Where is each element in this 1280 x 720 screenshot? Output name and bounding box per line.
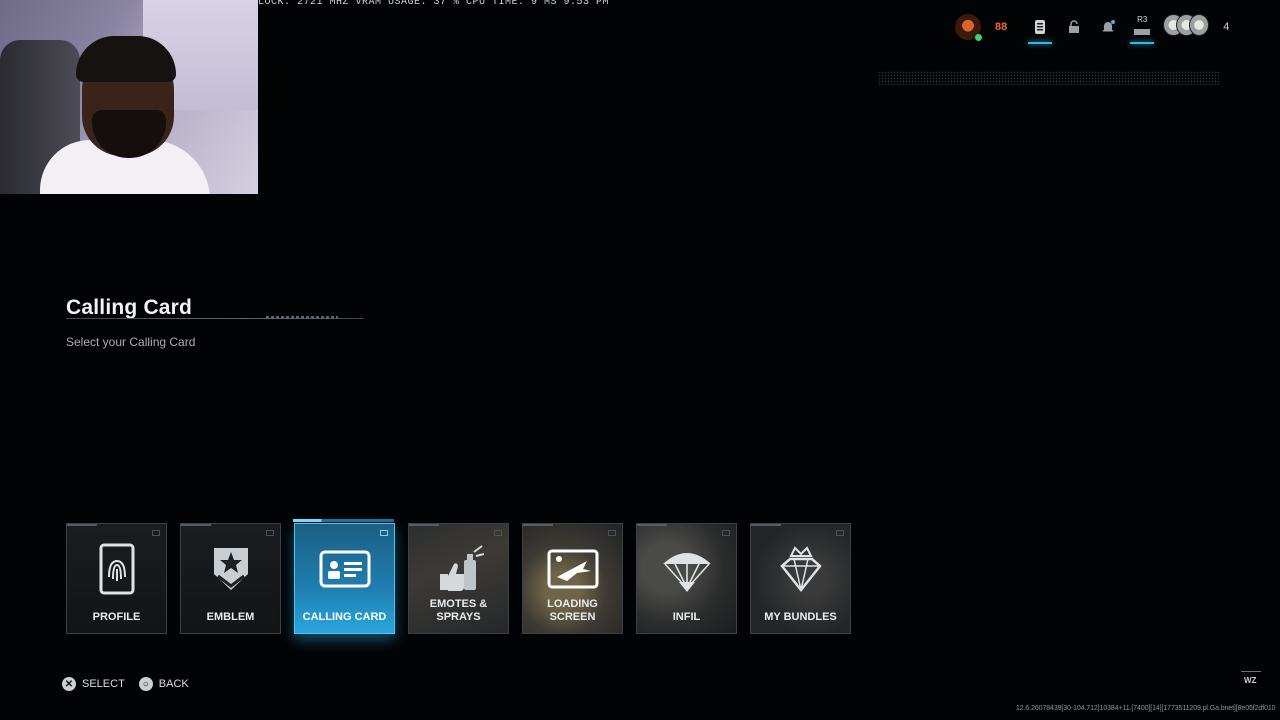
customization-tiles: PROFILE EMBLEM CALLING CARD EMOTES & SPRA… [66, 523, 851, 634]
notifications-button[interactable] [1093, 12, 1123, 42]
back-prompt[interactable]: ○ BACK [138, 677, 189, 691]
thumbs-up-spray-icon [432, 542, 486, 596]
hud-decoration [878, 71, 1220, 85]
select-prompt[interactable]: ✕ SELECT [62, 677, 125, 691]
select-label: SELECT [82, 678, 125, 690]
cross-button-icon: ✕ [62, 677, 76, 691]
performance-overlay: LOCK: 2721 MHZ VRAM USAGE: 37 % CPU TIME… [258, 0, 610, 8]
tile-label: CALLING CARD [302, 611, 387, 623]
lock-button[interactable] [1059, 12, 1089, 42]
lock-icon [1069, 20, 1080, 33]
r3-label: R3 [1137, 15, 1148, 24]
tile-label: EMBLEM [206, 611, 255, 623]
tile-emotes-sprays[interactable]: EMOTES & SPRAYS [408, 523, 509, 634]
tile-label: LOADING SCREEN [547, 598, 598, 623]
player-avatar[interactable] [955, 14, 982, 41]
top-hud: 88 R3 4 [955, 12, 1230, 44]
tile-infil[interactable]: INFIL [636, 523, 737, 634]
player-level: 88 [995, 21, 1008, 33]
jet-picture-icon [546, 542, 600, 596]
build-info: 12.6.26078439[30-104.712]10384+11.[7400]… [1016, 705, 1276, 712]
circle-button-icon: ○ [138, 677, 153, 691]
friend-avatar [1188, 14, 1210, 36]
tab-loadout[interactable] [1025, 12, 1055, 44]
page-title: Calling Card [66, 296, 193, 319]
phone-icon [1035, 20, 1046, 34]
bell-icon [1103, 20, 1116, 32]
tile-label: MY BUNDLES [764, 611, 837, 623]
tile-profile[interactable]: PROFILE [66, 523, 167, 634]
back-label: BACK [158, 678, 189, 690]
tile-label: EMOTES & SPRAYS [429, 598, 488, 623]
webcam-overlay [0, 0, 258, 194]
friend-avatars[interactable] [1163, 14, 1210, 40]
tile-my-bundles[interactable]: MY BUNDLES [750, 523, 851, 634]
tile-loading-screen[interactable]: LOADING SCREEN [522, 523, 623, 634]
button-prompts: ✕ SELECT ○ BACK [62, 677, 189, 691]
tile-calling-card[interactable]: CALLING CARD [294, 523, 395, 634]
friends-tab[interactable]: R3 [1127, 12, 1157, 44]
id-card-icon [318, 542, 372, 596]
selection-indicator [293, 519, 394, 522]
tile-label: INFIL [672, 611, 701, 623]
party-icon [1134, 29, 1151, 35]
online-status-icon [975, 34, 982, 41]
star-chevron-emblem-icon [204, 542, 258, 596]
parachute-icon [660, 542, 714, 596]
tile-emblem[interactable]: EMBLEM [180, 523, 281, 634]
fingerprint-card-icon [90, 542, 144, 596]
title-divider [66, 316, 364, 319]
crowned-diamond-icon [774, 542, 828, 596]
page-subtitle: Select your Calling Card [66, 335, 196, 349]
game-logo: WZ [1240, 671, 1262, 685]
tile-label: PROFILE [92, 611, 141, 623]
friend-count: 4 [1223, 21, 1230, 33]
